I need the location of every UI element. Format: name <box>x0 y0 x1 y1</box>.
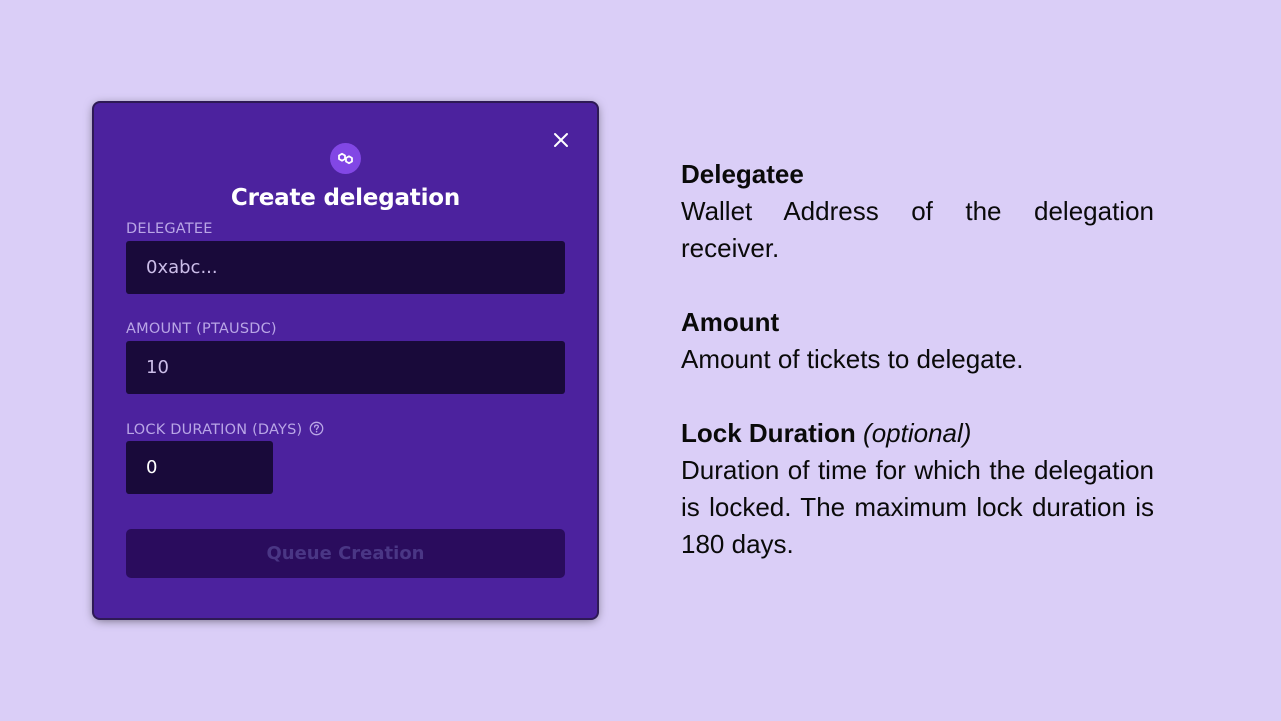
help-desc-delegatee: Wallet Address of the delegation receive… <box>681 196 1154 263</box>
help-heading-lock-duration: Lock Duration (optional) <box>681 415 1154 452</box>
lock-duration-input[interactable]: 0 <box>126 441 273 494</box>
help-desc-lock-duration: Duration of time for which the delegatio… <box>681 455 1154 559</box>
help-heading-amount: Amount <box>681 304 1154 341</box>
help-desc-amount: Amount of tickets to delegate. <box>681 344 1024 374</box>
create-delegation-modal: Create delegation DELEGATEE 0xabc... AMO… <box>94 103 597 618</box>
question-circle-icon[interactable] <box>309 421 324 440</box>
amount-label: AMOUNT (PTAUSDC) <box>126 321 277 337</box>
help-heading-text: Lock Duration <box>681 418 856 448</box>
amount-value: 10 <box>146 357 169 378</box>
amount-input[interactable]: 10 <box>126 341 565 394</box>
help-heading-text: Amount <box>681 307 780 337</box>
close-button[interactable] <box>550 129 572 151</box>
help-section-lock-duration: Lock Duration (optional) Duration of tim… <box>681 415 1154 563</box>
help-heading-text: Delegatee <box>681 159 804 189</box>
lock-duration-label: LOCK DURATION (DAYS) <box>126 422 303 438</box>
polygon-icon <box>330 143 361 174</box>
help-heading-delegatee: Delegatee <box>681 156 1154 193</box>
lock-duration-label-row: LOCK DURATION (DAYS) <box>126 421 324 440</box>
delegatee-value: 0xabc... <box>146 257 218 278</box>
queue-creation-button[interactable]: Queue Creation <box>126 529 565 578</box>
modal-title: Create delegation <box>230 185 461 211</box>
close-icon <box>554 133 568 147</box>
help-section-amount: Amount Amount of tickets to delegate. <box>681 304 1154 378</box>
delegatee-label: DELEGATEE <box>126 221 213 237</box>
help-section-delegatee: Delegatee Wallet Address of the delegati… <box>681 156 1154 267</box>
optional-qualifier: (optional) <box>863 418 972 448</box>
help-panel: Delegatee Wallet Address of the delegati… <box>681 156 1154 600</box>
lock-duration-value: 0 <box>146 457 158 478</box>
delegatee-input[interactable]: 0xabc... <box>126 241 565 294</box>
